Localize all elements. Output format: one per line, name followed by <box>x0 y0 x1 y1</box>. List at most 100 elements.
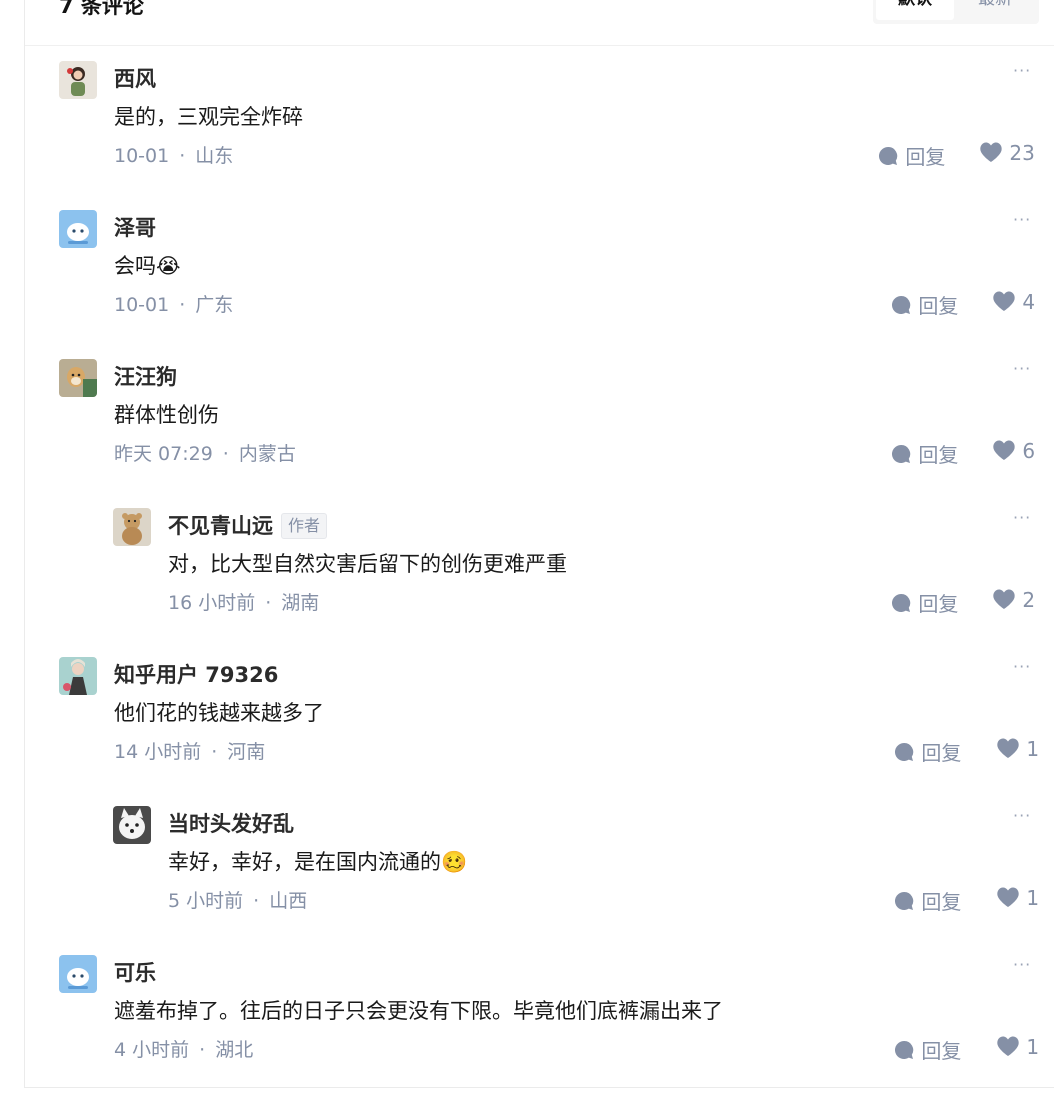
comment-text: 群体性创伤 <box>114 403 219 427</box>
reply-button[interactable]: 回复 <box>877 141 945 170</box>
avatar[interactable] <box>59 359 97 397</box>
comment-text-body: 幸好，幸好，是在国内流通的 <box>168 850 441 874</box>
like-button[interactable]: 1 <box>996 737 1039 761</box>
comment-bubble-icon <box>894 891 914 910</box>
reply-label: 回复 <box>921 1039 962 1063</box>
comment-author[interactable]: 西风 <box>114 63 156 93</box>
like-button[interactable]: 6 <box>992 439 1035 463</box>
comment-text: 幸好，幸好，是在国内流通的🥴 <box>168 846 467 876</box>
more-options-icon[interactable]: ··· <box>1013 61 1031 80</box>
reply-label: 回复 <box>905 145 946 169</box>
like-button[interactable]: 1 <box>996 1035 1039 1059</box>
comment-bubble-icon <box>891 593 911 612</box>
reply-button[interactable]: 回复 <box>890 588 958 617</box>
comment-item: 泽哥 ··· 会吗😭 10-01 · 广东 回复 4 <box>25 210 1054 350</box>
comment-location: 山西 <box>269 890 308 912</box>
comment-item: 汪汪狗 ··· 群体性创伤 昨天 07:29 · 内蒙古 回复 6 <box>25 359 1054 499</box>
comment-reply-item: 不见青山远 作者 ··· 对，比大型自然灾害后留下的创伤更难严重 16 小时前 · 湖… <box>25 508 1054 648</box>
comment-meta: 14 小时前 · 河南 <box>114 741 266 763</box>
like-button[interactable]: 1 <box>996 886 1039 910</box>
like-button[interactable]: 23 <box>979 141 1035 165</box>
reply-label: 回复 <box>918 592 959 616</box>
comment-time: 10-01 <box>114 145 170 167</box>
like-count: 1 <box>1026 1035 1040 1059</box>
comment-text: 对，比大型自然灾害后留下的创伤更难严重 <box>168 552 567 576</box>
comment-author[interactable]: 知乎用户 79326 <box>114 659 278 689</box>
like-button[interactable]: 2 <box>992 588 1035 612</box>
comment-time: 4 小时前 <box>114 1039 190 1061</box>
comment-text-body: 会吗 <box>114 254 156 278</box>
more-options-icon[interactable]: ··· <box>1013 359 1031 378</box>
comment-text: 会吗😭 <box>114 250 181 280</box>
comment-bubble-icon <box>894 1040 914 1059</box>
like-button[interactable]: 4 <box>992 290 1035 314</box>
reply-button[interactable]: 回复 <box>890 439 958 468</box>
avatar[interactable] <box>59 955 97 993</box>
comment-bubble-icon <box>891 444 911 463</box>
comment-meta: 4 小时前 · 湖北 <box>114 1039 254 1061</box>
reply-label: 回复 <box>918 294 959 318</box>
comment-count: 7 条评论 <box>59 0 144 18</box>
sort-default-button[interactable]: 默认 <box>876 0 954 20</box>
heart-icon <box>980 142 1002 162</box>
avatar[interactable] <box>113 806 151 844</box>
comment-author[interactable]: 汪汪狗 <box>114 361 177 391</box>
comment-location: 湖南 <box>281 592 320 614</box>
sort-latest-button[interactable]: 最新 <box>955 0 1035 20</box>
reply-label: 回复 <box>918 443 959 467</box>
comment-reply-item: 当时头发好乱 ··· 幸好，幸好，是在国内流通的🥴 5 小时前 · 山西 回复 1 <box>25 806 1054 946</box>
comment-author[interactable]: 当时头发好乱 <box>168 808 294 838</box>
avatar[interactable] <box>113 508 151 546</box>
sort-toggle: 默认 最新 <box>873 0 1039 24</box>
comment-bubble-icon <box>891 295 911 314</box>
reply-label: 回复 <box>921 890 962 914</box>
comment-location: 广东 <box>195 294 234 316</box>
comment-location: 湖北 <box>215 1039 254 1061</box>
comment-author[interactable]: 可乐 <box>114 957 156 987</box>
woozy-emoji-icon: 🥴 <box>441 850 468 874</box>
reply-button[interactable]: 回复 <box>893 886 961 915</box>
more-options-icon[interactable]: ··· <box>1013 210 1031 229</box>
comment-panel: 7 条评论 默认 最新 西风 ··· 是的，三观完全炸碎 10-01·山东 回复 <box>24 0 1054 1088</box>
avatar[interactable] <box>59 210 97 248</box>
comment-meta: 10-01 · 山东 <box>114 145 234 167</box>
more-options-icon[interactable]: ··· <box>1013 955 1031 974</box>
comment-time: 昨天 07:29 <box>114 443 213 465</box>
comment-location: 河南 <box>227 741 266 763</box>
comment-text: 是的，三观完全炸碎 <box>114 105 303 129</box>
reply-label: 回复 <box>921 741 962 765</box>
comment-bubble-icon <box>894 742 914 761</box>
comment-text: 遮羞布掉了。往后的日子只会更没有下限。毕竟他们底裤漏出来了 <box>114 999 723 1023</box>
like-count: 1 <box>1026 737 1040 761</box>
like-count: 4 <box>1022 290 1036 314</box>
comment-author-name[interactable]: 不见青山远 <box>168 514 273 538</box>
comment-header: 7 条评论 默认 最新 <box>25 0 1054 46</box>
more-options-icon[interactable]: ··· <box>1013 657 1031 676</box>
like-count: 2 <box>1022 588 1036 612</box>
comment-item: 可乐 ··· 遮羞布掉了。往后的日子只会更没有下限。毕竟他们底裤漏出来了 4 小… <box>25 955 1054 1095</box>
comment-meta: 5 小时前 · 山西 <box>168 890 308 912</box>
reply-button[interactable]: 回复 <box>890 290 958 319</box>
avatar[interactable] <box>59 657 97 695</box>
comment-time: 16 小时前 <box>168 592 256 614</box>
like-count: 1 <box>1026 886 1040 910</box>
comment-author: 不见青山远 作者 <box>168 510 328 540</box>
crying-emoji-icon: 😭 <box>156 254 181 278</box>
avatar[interactable] <box>59 61 97 99</box>
like-count: 23 <box>1009 141 1035 165</box>
reply-button[interactable]: 回复 <box>893 1035 961 1064</box>
comment-time: 5 小时前 <box>168 890 244 912</box>
comment-item: 西风 ··· 是的，三观完全炸碎 10-01 · 山东 回复 23 <box>25 61 1054 201</box>
reply-button[interactable]: 回复 <box>893 737 961 766</box>
more-options-icon[interactable]: ··· <box>1013 508 1031 527</box>
heart-icon <box>993 589 1015 609</box>
comment-time: 10-01 <box>114 294 170 316</box>
comment-meta: 昨天 07:29 · 内蒙古 <box>114 443 296 465</box>
author-badge: 作者 <box>281 513 328 539</box>
comment-bubble-icon <box>878 146 898 165</box>
comment-text: 他们花的钱越来越多了 <box>114 701 324 725</box>
heart-icon <box>993 291 1015 311</box>
comment-author[interactable]: 泽哥 <box>114 212 156 242</box>
comment-meta: 10-01 · 广东 <box>114 294 234 316</box>
more-options-icon[interactable]: ··· <box>1013 806 1031 825</box>
